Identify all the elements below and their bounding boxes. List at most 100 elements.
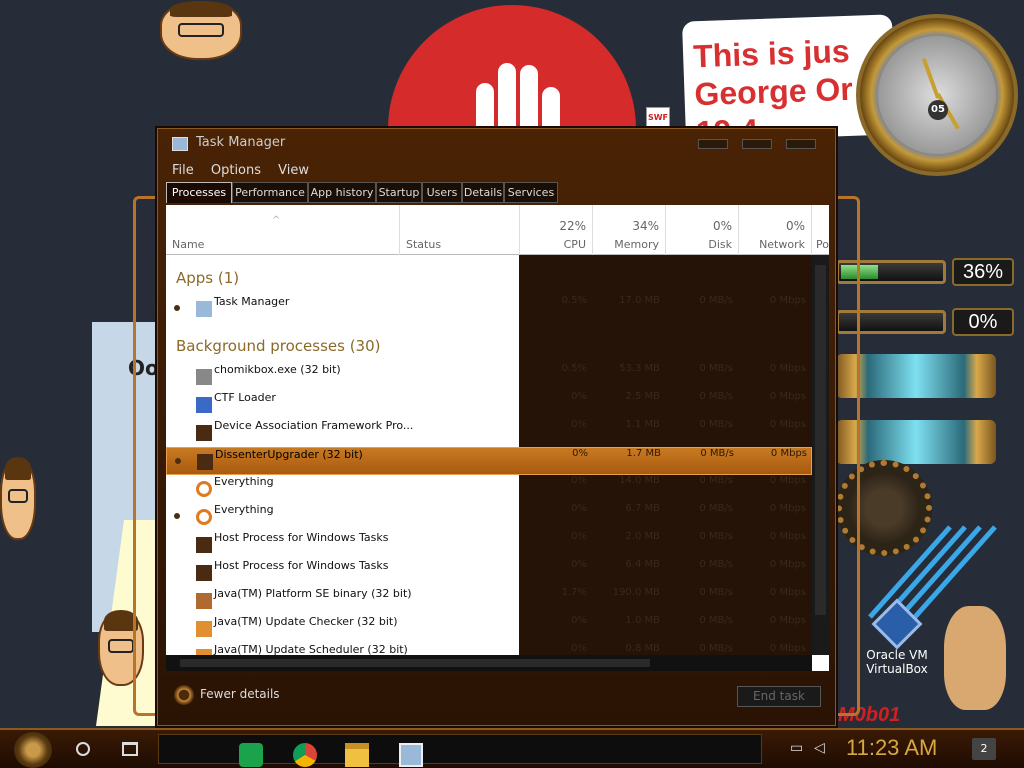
process-network-value: 0 Mbps — [769, 531, 806, 542]
process-network-value: 0 Mbps — [769, 475, 806, 486]
start-button[interactable] — [14, 732, 52, 768]
process-memory-value: 1.7 MB — [626, 448, 661, 459]
process-memory-value: 0.8 MB — [625, 643, 660, 654]
task-manager-icon — [196, 301, 212, 317]
process-cpu-value: 0% — [571, 475, 587, 486]
column-headers: ^ Name Status 22% CPU 34% Memory 0% Disk… — [166, 205, 829, 255]
window-frame-left — [133, 196, 159, 716]
process-row[interactable]: Java(TM) Platform SE binary (32 bit) 1.7%… — [166, 587, 812, 615]
process-memory-value: 14.0 MB — [619, 475, 660, 486]
window-frame-right — [834, 196, 860, 716]
column-disk[interactable]: 0% Disk — [666, 205, 739, 255]
process-row[interactable]: Java(TM) Update Scheduler (32 bit) 0% 0.8 … — [166, 643, 812, 655]
memory-gauge: 0% — [836, 304, 1018, 340]
vertical-scrollbar[interactable] — [812, 255, 829, 655]
task-view-icon[interactable] — [122, 742, 138, 756]
process-disk-value: 0 MB/s — [699, 391, 733, 402]
expand-icon[interactable] — [175, 458, 181, 464]
process-name: chomikbox.exe (32 bit) — [214, 363, 341, 376]
column-power[interactable]: Po — [812, 205, 829, 255]
process-row[interactable]: Host Process for Windows Tasks 0% 2.0 MB 0 … — [166, 531, 812, 559]
end-task-button[interactable]: End task — [737, 686, 821, 707]
process-network-value: 0 Mbps — [769, 559, 806, 570]
scroll-thumb[interactable] — [815, 265, 826, 615]
process-memory-value: 6.4 MB — [625, 559, 660, 570]
column-memory[interactable]: 34% Memory — [593, 205, 666, 255]
file-explorer-icon[interactable] — [345, 743, 369, 767]
menu-view[interactable]: View — [278, 160, 309, 182]
process-network-value: 0 Mbps — [769, 503, 806, 514]
search-icon[interactable] — [76, 742, 90, 756]
network-icon[interactable]: ▭ — [790, 740, 808, 756]
column-name[interactable]: ^ Name — [166, 205, 400, 255]
task-manager-icon[interactable] — [399, 743, 423, 767]
virtualbox-shortcut[interactable]: Oracle VM VirtualBox — [860, 598, 934, 676]
tab-users[interactable]: Users — [422, 182, 462, 203]
process-memory-value: 53.3 MB — [619, 363, 660, 374]
expand-icon[interactable] — [174, 513, 180, 519]
process-memory-value: 190.0 MB — [612, 587, 660, 598]
process-network-value: 0 Mbps — [769, 391, 806, 402]
close-button[interactable] — [786, 139, 816, 149]
taskbar-clock[interactable]: 11:23 AM — [846, 735, 937, 761]
expand-icon[interactable] — [174, 305, 180, 311]
process-cpu-value: 0% — [571, 503, 587, 514]
column-total: 34% — [632, 219, 659, 233]
process-row[interactable]: Task Manager 0.5% 17.0 MB 0 MB/s 0 Mbps — [166, 295, 812, 323]
steampunk-clock-widget: 05 — [856, 14, 1018, 176]
horizontal-scrollbar[interactable] — [166, 655, 812, 671]
process-row[interactable]: Host Process for Windows Tasks 0% 6.4 MB 0 … — [166, 559, 812, 587]
column-label: Name — [172, 238, 205, 251]
column-status[interactable]: Status — [400, 205, 520, 255]
volume-muted-icon[interactable]: ◁ — [814, 740, 832, 756]
process-name: Host Process for Windows Tasks — [214, 531, 389, 544]
tab-details[interactable]: Details — [462, 182, 504, 203]
window-footer: Fewer details End task — [166, 677, 829, 717]
title-bar[interactable]: Task Manager — [158, 129, 835, 159]
scroll-thumb[interactable] — [180, 659, 650, 667]
process-network-value: 0 Mbps — [769, 419, 806, 430]
process-row[interactable]: DissenterUpgrader (32 bit) 0% 1.7 MB 0 MB/s… — [166, 447, 812, 475]
spreadsheet-icon[interactable] — [239, 743, 263, 767]
process-memory-value: 1.1 MB — [625, 419, 660, 430]
sort-arrow-icon: ^ — [272, 215, 281, 226]
cpu-gauge: 36% — [836, 254, 1018, 290]
process-cpu-value: 0% — [571, 643, 587, 654]
process-disk-value: 0 MB/s — [699, 419, 733, 430]
menu-file[interactable]: File — [172, 160, 194, 182]
process-row[interactable]: Java(TM) Update Checker (32 bit) 0% 1.0 MB… — [166, 615, 812, 643]
column-cpu[interactable]: 22% CPU — [520, 205, 593, 255]
chrome-icon[interactable] — [293, 743, 317, 767]
tab-processes[interactable]: Processes — [166, 182, 232, 203]
minimize-button[interactable] — [698, 139, 728, 149]
process-network-value: 0 Mbps — [769, 363, 806, 374]
column-network[interactable]: 0% Network — [739, 205, 812, 255]
tab-startup[interactable]: Startup — [376, 182, 422, 203]
process-disk-value: 0 MB/s — [700, 448, 734, 459]
tab-bar: Processes Performance App history Startu… — [166, 182, 826, 204]
tab-services[interactable]: Services — [504, 182, 558, 203]
service-icon — [196, 425, 212, 441]
task-manager-window: Task Manager File Options View Processes… — [157, 128, 836, 726]
notification-center-icon[interactable]: 2 — [972, 738, 996, 760]
process-row[interactable]: Everything 0% 6.7 MB 0 MB/s 0 Mbps — [166, 503, 812, 531]
maximize-button[interactable] — [742, 139, 772, 149]
column-total: 22% — [559, 219, 586, 233]
fewer-details-icon[interactable] — [174, 685, 194, 705]
process-row[interactable]: chomikbox.exe (32 bit) 0.5% 53.3 MB 0 MB/s 0… — [166, 363, 812, 391]
column-label: Po — [816, 238, 829, 251]
tab-performance[interactable]: Performance — [232, 182, 308, 203]
taskbar-apps — [158, 734, 762, 767]
tab-app-history[interactable]: App history — [308, 182, 376, 203]
process-row[interactable]: Device Association Framework Pro... 0% 1.1… — [166, 419, 812, 447]
tube-gauge — [836, 420, 996, 464]
process-name: DissenterUpgrader (32 bit) — [215, 448, 363, 461]
process-row[interactable]: CTF Loader 0% 2.5 MB 0 MB/s 0 Mbps — [166, 391, 812, 419]
swf-file-icon[interactable]: SWF — [646, 107, 670, 129]
menu-options[interactable]: Options — [211, 160, 261, 182]
process-memory-value: 2.5 MB — [625, 391, 660, 402]
fewer-details-link[interactable]: Fewer details — [200, 687, 280, 701]
process-row[interactable]: Everything 0% 14.0 MB 0 MB/s 0 Mbps — [166, 475, 812, 503]
virtualbox-icon — [871, 598, 923, 650]
process-cpu-value: 0% — [571, 419, 587, 430]
